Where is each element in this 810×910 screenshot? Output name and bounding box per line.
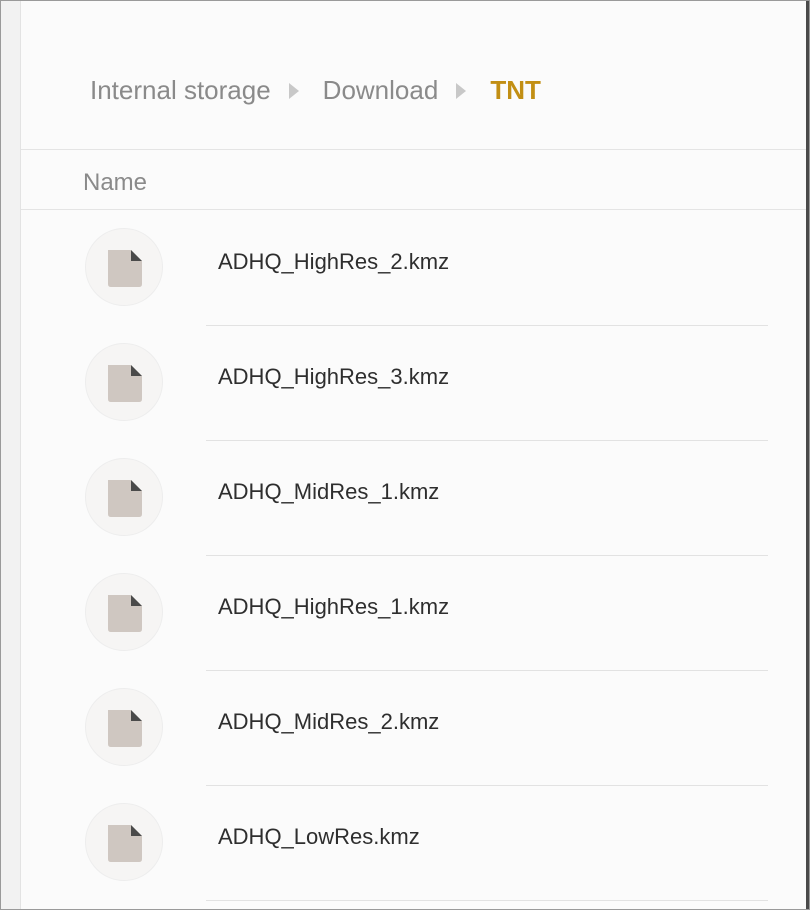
file-icon xyxy=(85,343,163,421)
list-item[interactable]: ADHQ_MidRes_2.kmz xyxy=(2,671,806,786)
breadcrumb-divider xyxy=(21,149,806,150)
breadcrumb-internal-storage[interactable]: Internal storage xyxy=(90,75,271,106)
file-icon xyxy=(85,573,163,651)
file-name: ADHQ_LowRes.kmz xyxy=(218,824,420,849)
file-icon xyxy=(85,228,163,306)
row-divider xyxy=(206,900,768,901)
file-icon xyxy=(85,688,163,766)
breadcrumb-download[interactable]: Download xyxy=(323,75,439,106)
file-icon xyxy=(85,458,163,536)
breadcrumb: Internal storage Download TNT xyxy=(90,75,541,106)
list-item[interactable]: ADHQ_MidRes_1.kmz xyxy=(2,441,806,556)
file-name: ADHQ_HighRes_2.kmz xyxy=(218,249,450,274)
header-divider xyxy=(21,209,806,210)
file-name: ADHQ_MidRes_1.kmz xyxy=(218,479,440,504)
list-item[interactable]: ADHQ_HighRes_2.kmz xyxy=(2,211,806,326)
breadcrumb-separator-icon xyxy=(288,82,299,99)
file-browser-panel: Internal storage Download TNT Name ADHQ_… xyxy=(20,1,806,909)
list-item[interactable]: ADHQ_HighRes_1.kmz xyxy=(2,556,806,671)
file-name: ADHQ_HighRes_3.kmz xyxy=(218,364,450,389)
column-header-name[interactable]: Name xyxy=(83,169,147,197)
breadcrumb-current-tnt: TNT xyxy=(490,75,541,105)
breadcrumb-separator-icon xyxy=(456,82,467,99)
file-icon xyxy=(85,803,163,881)
window-edge xyxy=(806,1,809,909)
file-name: ADHQ_HighRes_1.kmz xyxy=(218,594,450,619)
list-item[interactable]: ADHQ_LowRes.kmz xyxy=(2,786,806,901)
list-item[interactable]: ADHQ_HighRes_3.kmz xyxy=(2,326,806,441)
file-list: ADHQ_HighRes_2.kmz ADHQ_HighRes_3.kmz AD… xyxy=(2,211,806,901)
file-name: ADHQ_MidRes_2.kmz xyxy=(218,709,440,734)
window-frame: Internal storage Download TNT Name ADHQ_… xyxy=(0,0,810,910)
